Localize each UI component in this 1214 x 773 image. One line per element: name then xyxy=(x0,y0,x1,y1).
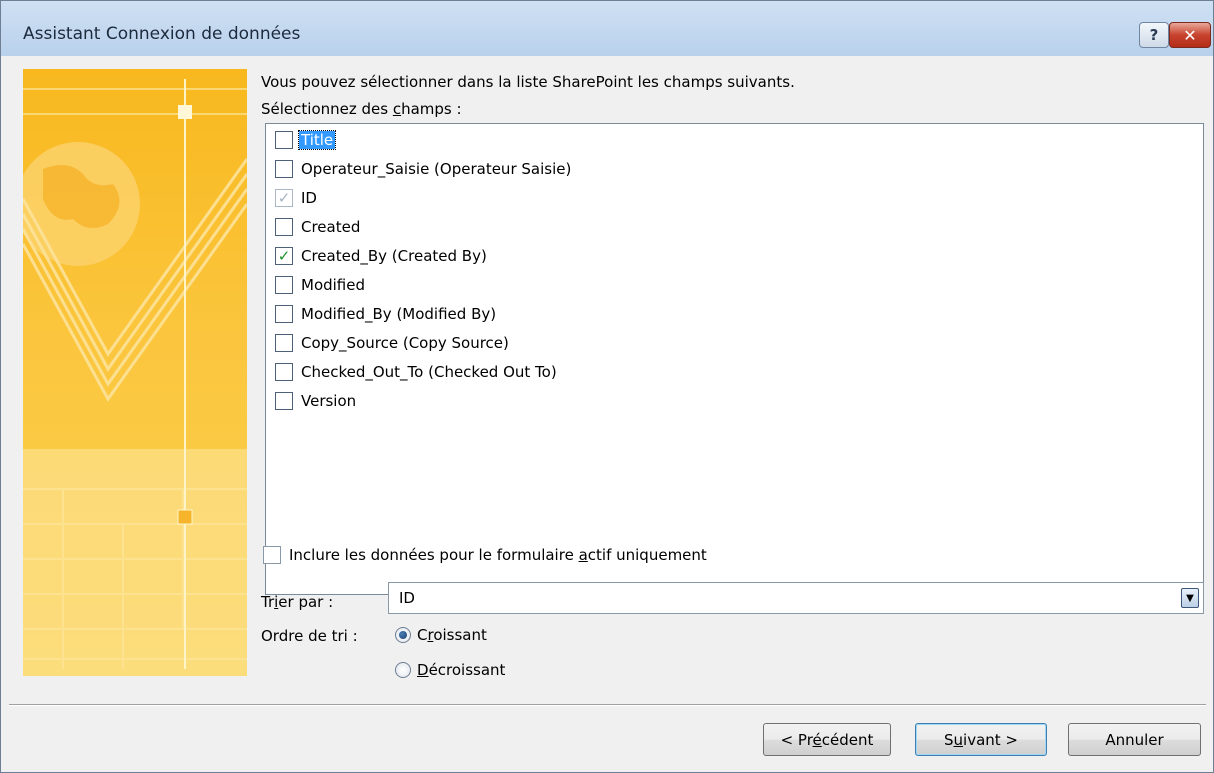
field-item-id: ID xyxy=(275,185,319,211)
wizard-banner-image xyxy=(23,69,247,676)
field-label: Created xyxy=(301,218,361,236)
footer-separator xyxy=(9,704,1206,706)
cancel-button[interactable]: Annuler xyxy=(1068,723,1201,756)
back-button-label: < Précédent xyxy=(780,730,874,749)
banner-graphic xyxy=(23,79,247,676)
close-button[interactable]: ✕ xyxy=(1169,22,1211,48)
field-item-operateur-saisie[interactable]: Operateur_Saisie (Operateur Saisie) xyxy=(275,156,573,182)
field-checkbox xyxy=(275,189,293,207)
radio-ascending[interactable]: Croissant xyxy=(395,626,487,644)
back-button[interactable]: < Précédent xyxy=(763,723,891,756)
wizard-content: Vous pouvez sélectionner dans la liste S… xyxy=(258,56,1208,706)
radio-descending-label: Décroissant xyxy=(417,661,506,679)
field-item-version[interactable]: Version xyxy=(275,388,358,414)
sort-by-value: ID xyxy=(399,589,415,607)
field-label: Version xyxy=(301,392,357,410)
next-button-label: Suivant > xyxy=(943,730,1018,749)
field-checkbox[interactable] xyxy=(275,276,293,294)
close-icon: ✕ xyxy=(1183,25,1197,45)
field-checkbox[interactable] xyxy=(275,218,293,236)
intro-text: Vous pouvez sélectionner dans la liste S… xyxy=(261,73,795,91)
radio-descending-button[interactable] xyxy=(395,662,411,678)
sort-order-label: Ordre de tri : xyxy=(261,627,358,645)
help-button[interactable]: ? xyxy=(1139,22,1169,48)
field-item-title[interactable]: Title xyxy=(275,127,337,153)
field-label: Operateur_Saisie (Operateur Saisie) xyxy=(301,160,572,178)
radio-ascending-button[interactable] xyxy=(395,627,411,643)
include-active-only-checkbox[interactable] xyxy=(263,546,281,564)
fields-label: Sélectionnez des champs : xyxy=(261,100,462,118)
field-label: Checked_Out_To (Checked Out To) xyxy=(301,363,557,381)
field-checkbox[interactable] xyxy=(275,131,293,149)
wizard-dialog: Assistant Connexion de données ? ✕ Vous … xyxy=(0,0,1214,773)
include-active-only-option[interactable]: Inclure les données pour le formulaire a… xyxy=(263,546,709,564)
field-item-created-by[interactable]: Created_By (Created By) xyxy=(275,243,489,269)
field-label: ID xyxy=(301,189,317,207)
dropdown-arrow-icon[interactable]: ▼ xyxy=(1181,588,1199,608)
field-label: Modified_By (Modified By) xyxy=(301,305,497,323)
fields-list[interactable]: Title Operateur_Saisie (Operateur Saisie… xyxy=(265,123,1204,595)
field-item-copy-source[interactable]: Copy_Source (Copy Source) xyxy=(275,330,511,356)
field-item-checked-out-to[interactable]: Checked_Out_To (Checked Out To) xyxy=(275,359,559,385)
field-checkbox[interactable] xyxy=(275,334,293,352)
help-icon: ? xyxy=(1149,26,1159,44)
field-item-modified[interactable]: Modified xyxy=(275,272,367,298)
field-checkbox[interactable] xyxy=(275,392,293,410)
field-label: Modified xyxy=(301,276,366,294)
field-checkbox[interactable] xyxy=(275,305,293,323)
radio-descending[interactable]: Décroissant xyxy=(395,661,505,679)
sort-by-label: Trier par : xyxy=(261,593,334,611)
cancel-button-label: Annuler xyxy=(1105,730,1164,749)
field-checkbox[interactable] xyxy=(275,160,293,178)
field-label: Title xyxy=(297,130,337,150)
radio-ascending-label: Croissant xyxy=(417,626,487,644)
include-active-only-label: Inclure les données pour le formulaire a… xyxy=(289,546,707,564)
field-checkbox[interactable] xyxy=(275,363,293,381)
next-button[interactable]: Suivant > xyxy=(915,723,1047,756)
sort-by-select[interactable]: ID ▼ xyxy=(388,582,1204,614)
field-checkbox[interactable] xyxy=(275,247,293,265)
title-bar: Assistant Connexion de données ? ✕ xyxy=(1,1,1213,56)
field-item-created[interactable]: Created xyxy=(275,214,362,240)
field-label: Copy_Source (Copy Source) xyxy=(301,334,509,352)
window-title: Assistant Connexion de données xyxy=(23,24,301,44)
field-label: Created_By (Created By) xyxy=(301,247,487,265)
field-item-modified-by[interactable]: Modified_By (Modified By) xyxy=(275,301,498,327)
